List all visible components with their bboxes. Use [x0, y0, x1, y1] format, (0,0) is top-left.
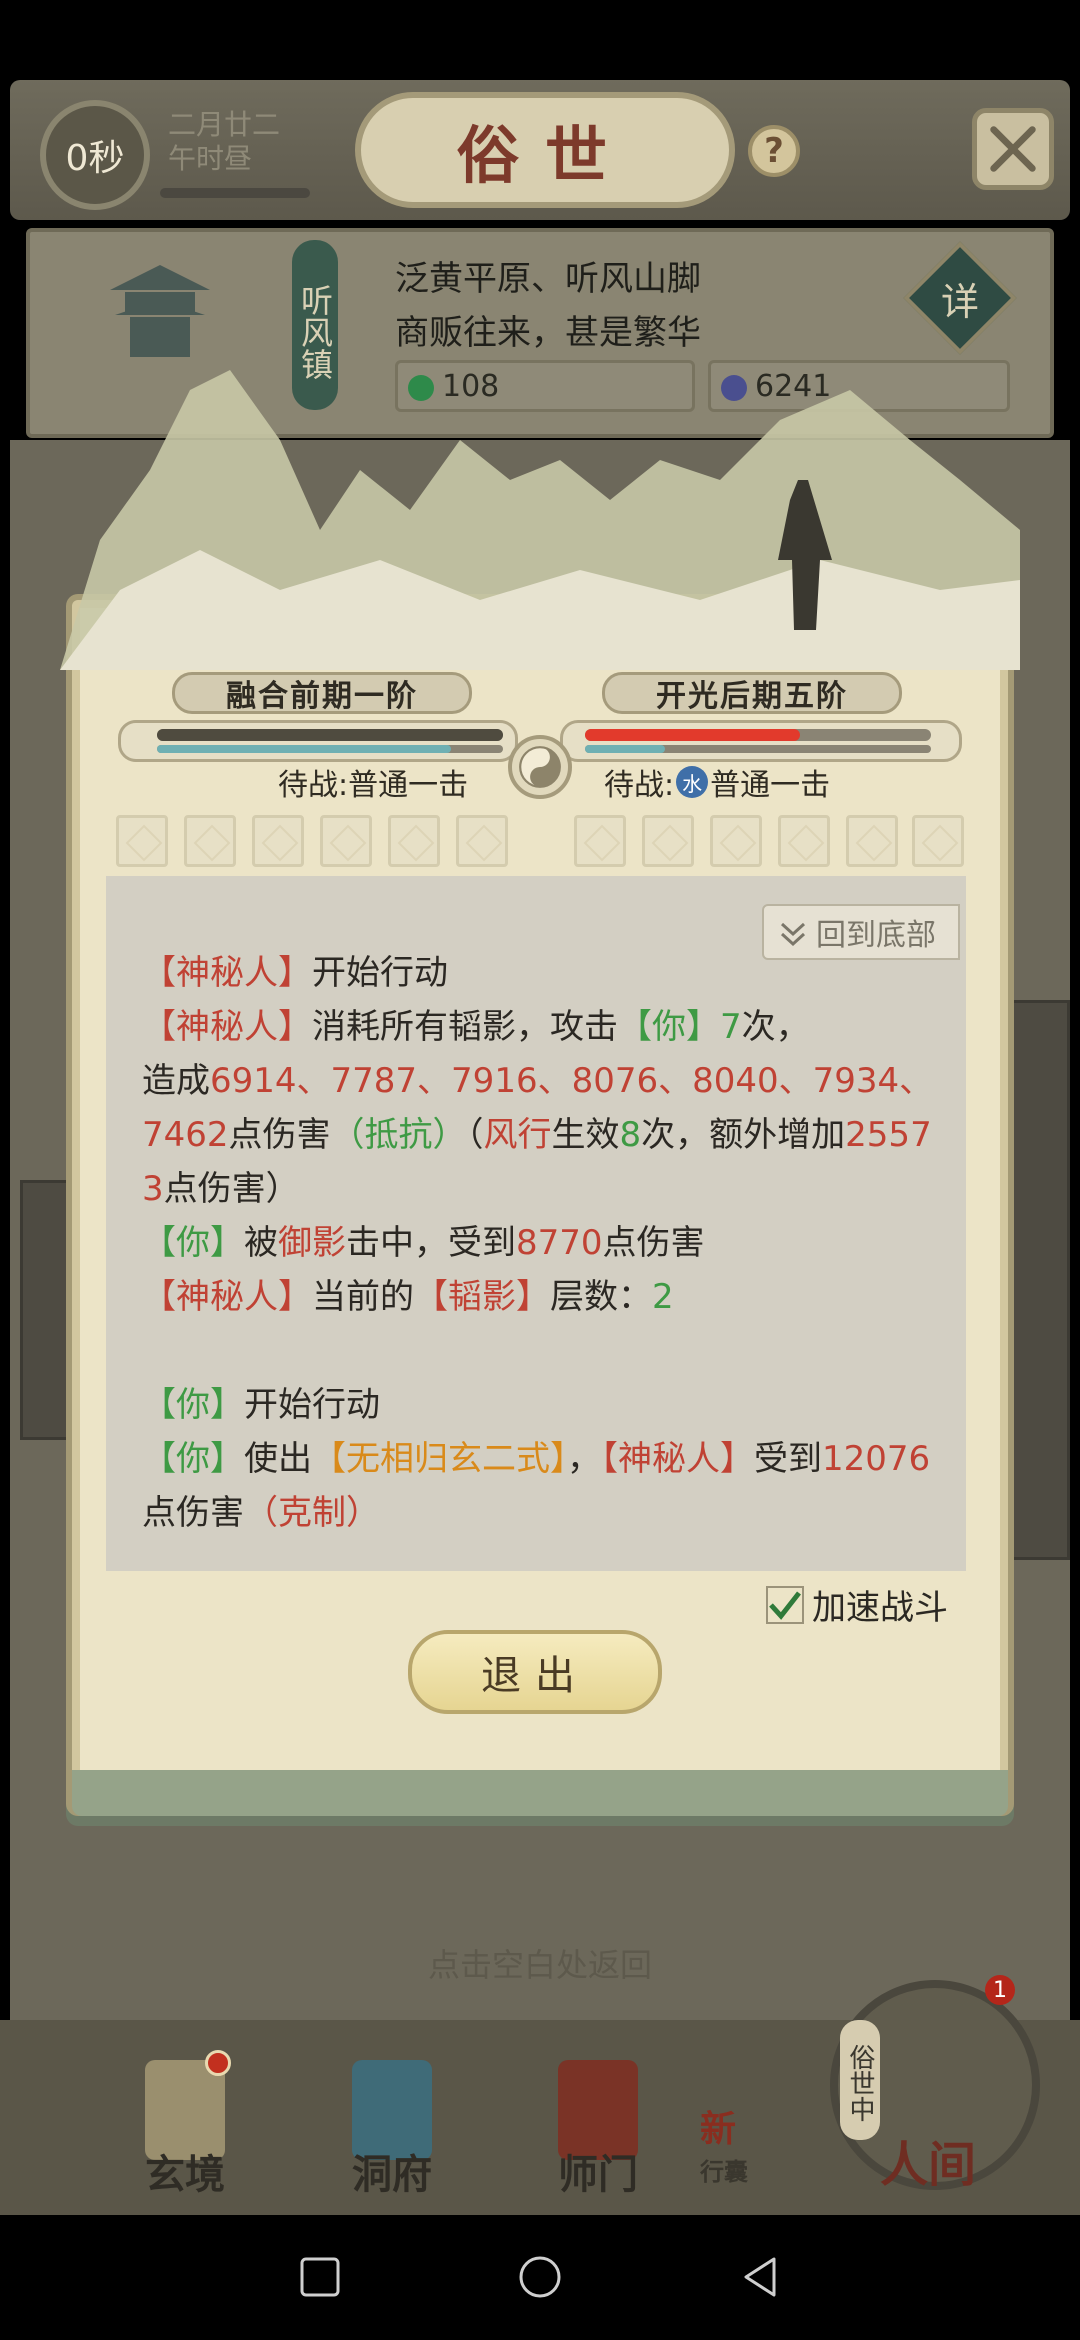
enemy-mp-fill — [585, 745, 665, 753]
enemy-realm: 开光后期五阶 — [602, 672, 902, 714]
bag-button[interactable]: 新 行囊 — [700, 2100, 810, 2190]
player-buff-slot — [116, 815, 168, 867]
water-element-icon: 水 — [676, 766, 709, 798]
enemy-buff-slot — [846, 815, 898, 867]
battle-log[interactable]: 【神秘人】开始行动 【神秘人】消耗所有韬影，攻击【你】7次， 造成6914、77… — [106, 876, 966, 1571]
bag-label: 行囊 — [700, 2157, 748, 2186]
yinyang-icon — [508, 735, 572, 799]
nav-dongfu[interactable]: 洞府 — [322, 2040, 462, 2200]
recents-icon[interactable] — [298, 2255, 342, 2299]
new-label: 新 — [700, 2108, 737, 2150]
battle-log-text: 【神秘人】开始行动 【神秘人】消耗所有韬影，攻击【你】7次， 造成6914、77… — [142, 946, 942, 1540]
enemy-buff-slot — [574, 815, 626, 867]
detail-label: 详 — [940, 279, 979, 324]
enemy-hp-bar — [585, 729, 931, 741]
speed-label: 加速战斗 — [812, 1588, 948, 1628]
back-to-bottom-button[interactable]: 回到底部 — [762, 904, 960, 960]
log-spacer — [142, 1324, 942, 1378]
nav-label-shimen: 师门 — [558, 2151, 638, 2198]
player-buff-slot — [252, 815, 304, 867]
building — [1010, 1000, 1070, 1560]
player-mp-fill — [157, 745, 452, 753]
enemy-buff-slot — [912, 815, 964, 867]
log-line: 【神秘人】当前的【韬影】层数：2 — [142, 1277, 674, 1317]
timer: 0秒 — [40, 100, 150, 210]
enemy-status: 待战: 水 普通一击 — [604, 760, 830, 804]
speed-checkbox[interactable] — [766, 1585, 804, 1624]
dialog-bottom-edge — [72, 1770, 1008, 1816]
date-line-2: 午时昼 — [168, 142, 253, 175]
log-line: 【你】开始行动 — [142, 1385, 380, 1425]
player-mp-bar — [157, 745, 503, 753]
nav-shimen[interactable]: 师门 — [528, 2040, 668, 2200]
tap-to-return-hint: 点击空白处返回 — [427, 1946, 652, 1984]
enemy-buff-slot — [710, 815, 762, 867]
date-progress — [160, 188, 310, 198]
log-line: 【你】被御影击中，受到8770点伤害 — [142, 1223, 705, 1263]
enemy-hp-fill — [585, 729, 800, 741]
renjian-label: 人间 — [880, 2137, 977, 2193]
renjian-status: 俗世中 — [840, 2020, 880, 2140]
back-to-bottom-label: 回到底部 — [816, 918, 936, 953]
exit-button[interactable]: 退出 — [408, 1630, 662, 1714]
building — [20, 1180, 80, 1440]
help-icon[interactable]: ? — [748, 125, 800, 177]
close-button[interactable] — [972, 108, 1054, 190]
player-buff-slot — [184, 815, 236, 867]
enemy-buff-slot — [778, 815, 830, 867]
mountain-scenery — [60, 370, 1020, 670]
nav-label-xuanjing: 玄境 — [145, 2151, 225, 2198]
player-bars — [118, 720, 518, 762]
enemy-status-skill: 普通一击 — [710, 768, 831, 803]
notification-dot — [205, 2050, 231, 2076]
log-line: 【你】使出【无相归玄二式】，【神秘人】受到12076点伤害（克制） — [142, 1439, 931, 1533]
double-chevron-down-icon — [780, 922, 806, 947]
player-buff-slot — [456, 815, 508, 867]
location-desc-line-1: 泛黄平原、听风山脚 — [395, 259, 701, 299]
enemy-status-prefix: 待战: — [604, 768, 675, 803]
player-realm: 融合前期一阶 — [172, 672, 472, 714]
check-icon — [769, 1590, 801, 1620]
nav-label-dongfu: 洞府 — [352, 2151, 432, 2198]
speed-battle-toggle[interactable]: 加速战斗 — [766, 1580, 948, 1629]
game-screen: { "topbar": { "timer": "0秒", "date_line1… — [0, 0, 1080, 2340]
renjian-badge: 1 — [985, 1975, 1015, 2005]
home-icon[interactable] — [518, 2255, 562, 2299]
game-date: 二月廿二 午时昼 — [168, 108, 280, 176]
nav-xuanjing[interactable]: 玄境 — [115, 2040, 255, 2200]
player-hp-bar — [157, 729, 503, 741]
log-line: 【神秘人】消耗所有韬影，攻击【你】7次， — [142, 1007, 810, 1047]
player-hp-fill — [157, 729, 503, 741]
enemy-buff-slot — [642, 815, 694, 867]
date-line-1: 二月廿二 — [168, 108, 281, 141]
enemy-bars — [560, 720, 962, 762]
log-line: 造成6914、7787、7916、8076、8040、7934、7462点伤害（… — [142, 1061, 934, 1209]
close-icon — [990, 126, 1036, 172]
back-icon[interactable] — [738, 2255, 782, 2299]
page-title: 俗世 — [355, 92, 735, 208]
player-status: 待战:普通一击 — [278, 768, 469, 803]
player-buff-slot — [320, 815, 372, 867]
enemy-mp-bar — [585, 745, 931, 753]
player-buff-slot — [388, 815, 440, 867]
